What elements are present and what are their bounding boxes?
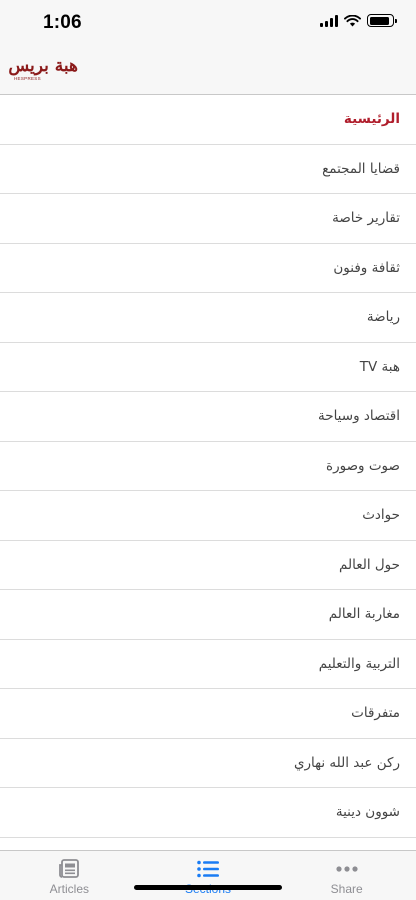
- logo[interactable]: هبة بريس HESPRESS: [8, 56, 78, 86]
- menu-item-label: هبة TV: [359, 358, 400, 375]
- menu-item-society[interactable]: قضايا المجتمع: [0, 145, 416, 194]
- menu-item-moroccans-abroad[interactable]: مغاربة العالم: [0, 590, 416, 640]
- home-indicator: [134, 885, 282, 890]
- menu-item-label: ثقافة وفنون: [333, 259, 400, 276]
- nav-bar: هبة بريس HESPRESS: [0, 46, 416, 95]
- menu-item-education[interactable]: التربية والتعليم: [0, 640, 416, 689]
- menu-item-world[interactable]: حول العالم: [0, 541, 416, 590]
- signal-icon: [320, 14, 338, 27]
- menu-item-label: حوادث: [362, 507, 400, 524]
- menu-item-special-reports[interactable]: تقارير خاصة: [0, 194, 416, 244]
- tab-articles[interactable]: Articles: [0, 851, 139, 900]
- menu-item-tv[interactable]: هبة TV: [0, 343, 416, 392]
- menu-item-label: حول العالم: [338, 556, 400, 573]
- menu-item-nahari-corner[interactable]: ركن عبد الله نهاري: [0, 739, 416, 788]
- tab-share[interactable]: Share: [277, 851, 416, 900]
- battery-level: [369, 16, 390, 25]
- sections-menu: الرئيسية قضايا المجتمع تقارير خاصة ثقافة…: [0, 95, 416, 850]
- menu-item-label: رياضة: [366, 309, 400, 326]
- menu-item-label: شوون دينية: [335, 804, 400, 821]
- menu-item-label: متفرقات: [351, 705, 400, 722]
- menu-item-home[interactable]: الرئيسية: [0, 95, 416, 145]
- menu-item-label: اقتصاد وسياحة: [317, 408, 400, 425]
- menu-item-economy-tourism[interactable]: اقتصاد وسياحة: [0, 392, 416, 442]
- tab-bar: Articles Sections Share: [0, 850, 416, 900]
- logo-latin-text: HESPRESS: [14, 76, 41, 81]
- menu-item-label: مغاربة العالم: [328, 606, 400, 623]
- menu-item-sports[interactable]: رياضة: [0, 293, 416, 343]
- menu-item-label: قضايا المجتمع: [322, 160, 400, 177]
- wifi-icon: [344, 14, 361, 26]
- menu-item-religious-affairs[interactable]: شوون دينية: [0, 788, 416, 838]
- menu-item-label: تقارير خاصة: [332, 210, 400, 227]
- menu-item-label: صوت وصورة: [326, 457, 400, 474]
- status-bar: 1:06: [0, 0, 416, 46]
- more-dots-icon: [335, 859, 359, 879]
- menu-item-incidents[interactable]: حوادث: [0, 491, 416, 541]
- status-icons: [320, 14, 397, 27]
- menu-item-culture-arts[interactable]: ثقافة وفنون: [0, 244, 416, 293]
- logo-text: هبة بريس: [8, 56, 78, 76]
- list-icon: [197, 859, 219, 879]
- tab-label: Articles: [49, 882, 89, 896]
- menu-item-miscellaneous[interactable]: متفرقات: [0, 689, 416, 739]
- tab-sections[interactable]: Sections: [139, 851, 278, 900]
- menu-item-audio-video[interactable]: صوت وصورة: [0, 442, 416, 491]
- menu-item-label: التربية والتعليم: [318, 655, 400, 672]
- battery-icon: [367, 14, 397, 27]
- menu-item-label: الرئيسية: [343, 111, 400, 128]
- menu-item-label: ركن عبد الله نهاري: [293, 754, 400, 771]
- newspaper-icon: [58, 859, 80, 879]
- tab-label: Share: [330, 882, 363, 896]
- status-time: 1:06: [43, 12, 82, 33]
